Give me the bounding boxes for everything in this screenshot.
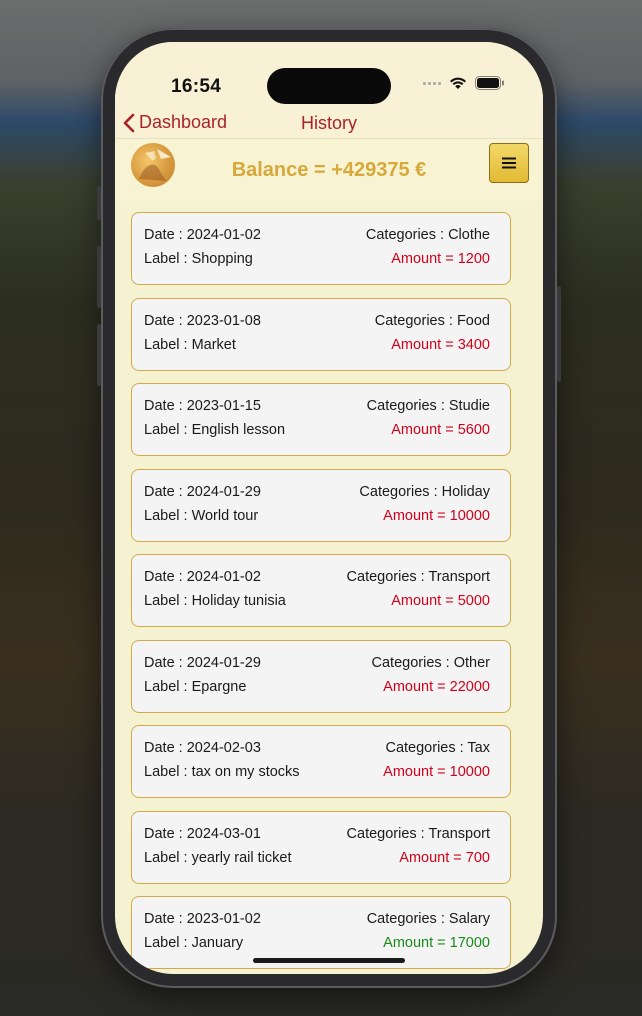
battery-icon (475, 76, 504, 90)
transaction-category: Categories : Transport (346, 569, 490, 585)
transaction-category: Categories : Food (374, 313, 490, 329)
transaction-label: Label : Holiday tunisia (144, 593, 286, 609)
transaction-amount: Amount = 10000 (383, 764, 490, 780)
transaction-date: Date : 2023-01-15 (144, 398, 261, 414)
volume-down-button (97, 324, 101, 386)
transaction-label: Label : tax on my stocks (144, 764, 300, 780)
transaction-card[interactable]: Date : 2024-03-01 Categories : Transport… (131, 811, 511, 884)
transaction-card[interactable]: Date : 2024-01-02 Categories : Clothe La… (131, 212, 511, 285)
transaction-date: Date : 2023-01-08 (144, 313, 261, 329)
transaction-label: Label : World tour (144, 508, 259, 524)
transaction-amount: Amount = 17000 (383, 935, 490, 951)
transaction-amount: Amount = 22000 (383, 679, 490, 695)
transaction-label: Label : Epargne (144, 679, 247, 695)
transaction-date: Date : 2023-01-02 (144, 911, 261, 927)
transaction-category: Categories : Tax (385, 740, 490, 756)
balance-header: Balance = +429375 € (115, 139, 543, 201)
status-time: 16:54 (171, 76, 222, 97)
app-screen: 16:54 Dashboard History Balance = +42937… (115, 42, 543, 974)
transaction-card[interactable]: Date : 2024-02-03 Categories : Tax Label… (131, 725, 511, 798)
transaction-amount: Amount = 700 (399, 850, 490, 866)
transaction-date: Date : 2024-01-02 (144, 227, 261, 243)
volume-up-button (97, 246, 101, 308)
status-icons (423, 76, 505, 90)
action-button (97, 186, 101, 220)
transaction-date: Date : 2024-01-29 (144, 655, 261, 671)
phone-frame: 16:54 Dashboard History Balance = +42937… (97, 28, 561, 988)
dynamic-island (267, 68, 391, 104)
transaction-card[interactable]: Date : 2024-01-29 Categories : Holiday L… (131, 469, 511, 542)
home-indicator[interactable] (253, 958, 405, 963)
transaction-amount: Amount = 5000 (391, 593, 490, 609)
transaction-category: Categories : Holiday (359, 484, 490, 500)
transaction-amount: Amount = 1200 (391, 251, 490, 267)
transaction-card[interactable]: Date : 2023-01-15 Categories : Studie La… (131, 383, 511, 456)
balance-total: Balance = +429375 € (231, 159, 427, 181)
transaction-amount: Amount = 3400 (391, 337, 490, 353)
menu-button[interactable] (489, 143, 529, 183)
cellular-signal-icon (423, 81, 441, 85)
transaction-label: Label : English lesson (144, 422, 286, 438)
hamburger-menu-icon (502, 157, 516, 169)
transaction-category: Categories : Salary (366, 911, 490, 927)
power-button (557, 286, 561, 382)
transaction-label: Label : Market (144, 337, 236, 353)
transaction-category: Categories : Other (371, 655, 490, 671)
navigation-bar: Dashboard History (115, 108, 543, 139)
transaction-card[interactable]: Date : 2023-01-08 Categories : Food Labe… (131, 298, 511, 371)
transaction-category: Categories : Clothe (365, 227, 490, 243)
transaction-list[interactable]: Date : 2024-01-02 Categories : Clothe La… (115, 212, 543, 974)
transaction-amount: Amount = 10000 (383, 508, 490, 524)
transaction-date: Date : 2024-01-02 (144, 569, 261, 585)
transaction-amount: Amount = 5600 (391, 422, 490, 438)
transaction-date: Date : 2024-02-03 (144, 740, 261, 756)
transaction-date: Date : 2024-03-01 (144, 826, 261, 842)
transaction-label: Label : yearly rail ticket (144, 850, 292, 866)
page-title: History (300, 113, 357, 133)
transaction-label: Label : January (144, 935, 244, 951)
transaction-category: Categories : Transport (346, 826, 490, 842)
transaction-date: Date : 2024-01-29 (144, 484, 261, 500)
transaction-card[interactable]: Date : 2024-01-29 Categories : Other Lab… (131, 640, 511, 713)
wifi-icon (450, 77, 466, 89)
transaction-category: Categories : Studie (366, 398, 490, 414)
transaction-label: Label : Shopping (144, 251, 253, 267)
transaction-card[interactable]: Date : 2024-01-02 Categories : Transport… (131, 554, 511, 627)
